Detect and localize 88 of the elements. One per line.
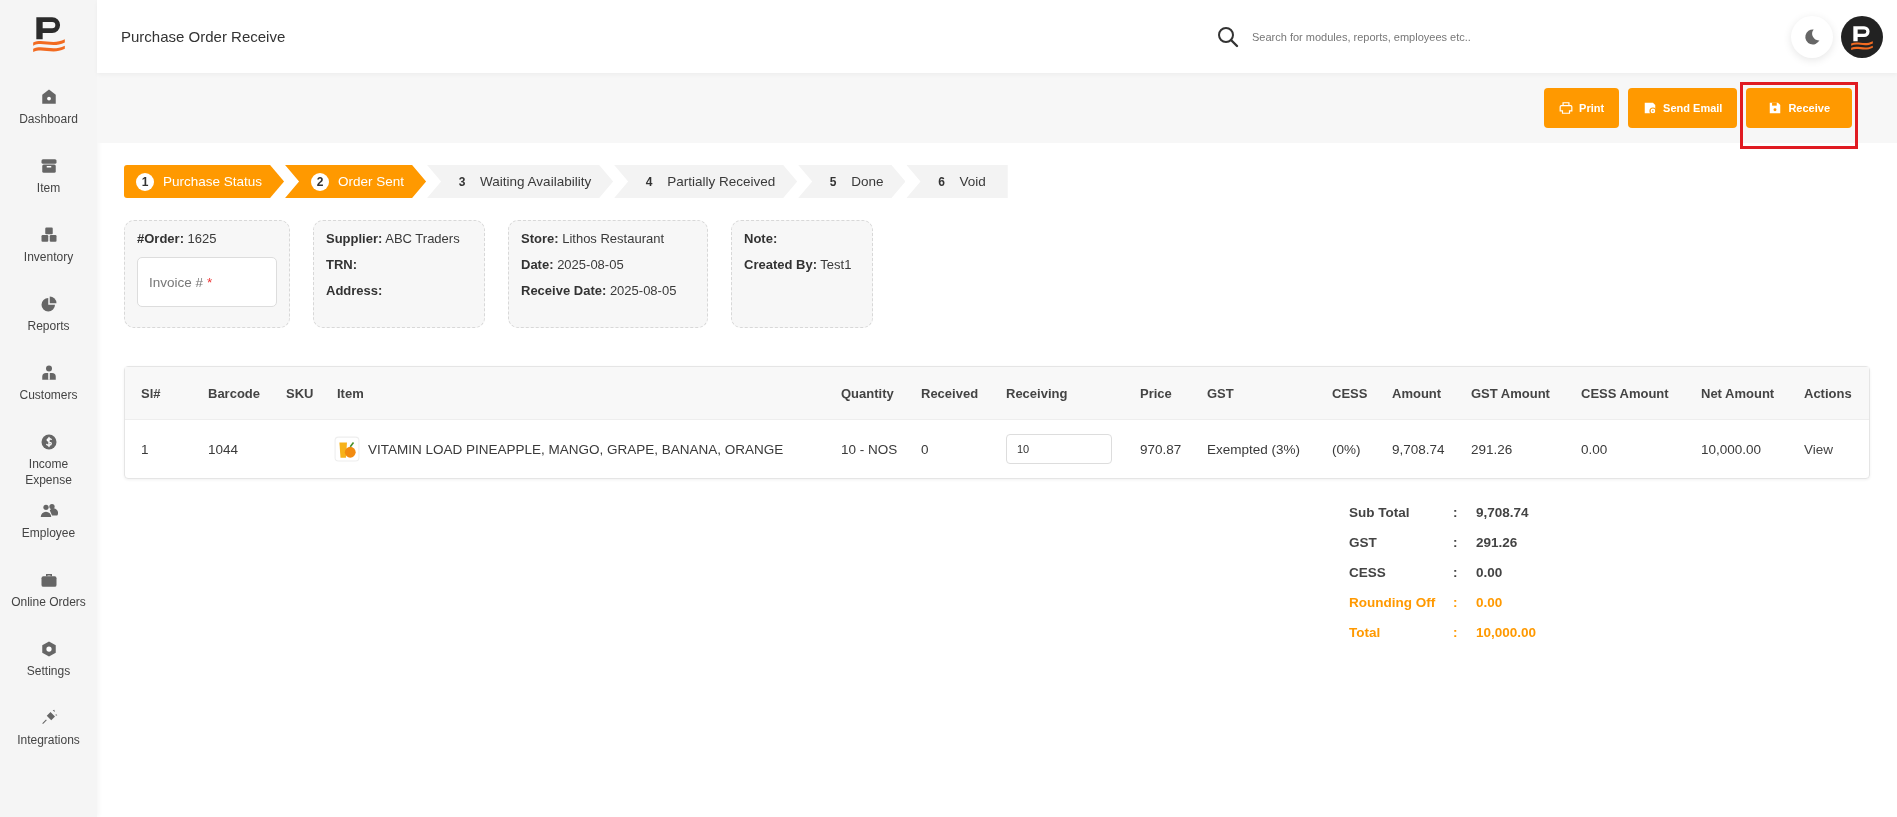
column-header: GST <box>1207 385 1235 401</box>
column-header: CESS <box>1332 385 1369 401</box>
total-value: 10,000.00 <box>1476 625 1537 640</box>
column-header: Net Amount <box>1701 385 1776 401</box>
sidebar-item[interactable]: Settings <box>0 640 97 709</box>
sidebar-item[interactable]: Integrations <box>0 709 97 778</box>
sidebar-item[interactable]: Dashboard <box>0 88 97 157</box>
step[interactable]: 4 Partially Received <box>614 165 798 198</box>
column-header: Amount <box>1392 385 1443 401</box>
step[interactable]: 3 Waiting Availability <box>427 165 614 198</box>
archive-box-icon <box>39 157 58 175</box>
table-cell: 291.26 <box>1471 441 1513 457</box>
page-title: Purchase Order Receive <box>121 28 287 45</box>
logo-icon <box>1849 23 1875 50</box>
step[interactable]: 2 Order Sent <box>285 165 427 198</box>
table-cell: 970.87 <box>1140 441 1182 457</box>
info-field: Note: <box>744 231 860 246</box>
total-label: CESS <box>1349 565 1387 580</box>
column-header: Received <box>921 385 980 401</box>
table-cell: (0%) <box>1332 441 1361 457</box>
column-header: Item <box>337 385 365 401</box>
view-link[interactable]: View <box>1804 441 1834 457</box>
sidebar-item[interactable]: Inventory <box>0 226 97 295</box>
info-field: #Order: 1625 <box>137 231 277 246</box>
total-label: GST <box>1349 535 1378 550</box>
invoice-field[interactable]: Invoice # * <box>137 257 277 307</box>
table-cell: 1 <box>141 441 149 457</box>
hexagon-gear-icon <box>39 640 58 658</box>
total-value: 0.00 <box>1476 595 1503 610</box>
table-cell: 0.00 <box>1581 441 1608 457</box>
house-icon <box>39 88 58 106</box>
info-field: Store: Lithos Restaurant <box>521 231 695 246</box>
info-field: Date: 2025-08-05 <box>521 257 695 272</box>
printer-icon <box>1559 101 1574 115</box>
column-header: GST Amount <box>1471 385 1551 401</box>
sidebar-item[interactable]: Online Orders <box>0 571 97 640</box>
table-cell: Exempted (3%) <box>1207 441 1301 457</box>
separator: : <box>1453 505 1459 520</box>
separator: : <box>1453 565 1459 580</box>
info-field: TRN: <box>326 257 472 272</box>
step[interactable]: 6 Void <box>906 165 1008 198</box>
pie-chart-icon <box>39 295 58 313</box>
total-value: 291.26 <box>1476 535 1518 550</box>
sidebar-item[interactable]: Item <box>0 157 97 226</box>
separator: : <box>1453 535 1459 550</box>
people-icon <box>39 502 58 520</box>
theme-toggle-button[interactable] <box>1791 15 1833 58</box>
sidebar-item[interactable]: Customers <box>0 364 97 433</box>
search-field[interactable]: Search for modules, reports, employees etc.. <box>1250 29 1614 44</box>
total-label: Rounding Off <box>1349 595 1437 610</box>
dollar-circle-icon <box>39 433 58 451</box>
separator: : <box>1453 625 1459 640</box>
search-icon <box>1216 24 1240 49</box>
table-cell: 10 - NOS <box>841 441 898 457</box>
table-cell: 10,000.00 <box>1701 441 1762 457</box>
column-header: SKU <box>286 385 315 401</box>
column-header: Actions <box>1804 385 1853 401</box>
total-value: 0.00 <box>1476 565 1503 580</box>
separator: : <box>1453 595 1459 610</box>
step[interactable]: 1 Purchase Status <box>124 165 285 198</box>
total-label: Total <box>1349 625 1382 640</box>
total-value: 9,708.74 <box>1476 505 1529 520</box>
column-header: Barcode <box>208 385 262 401</box>
table-cell: 0 <box>921 441 929 457</box>
table-cell: 9,708.74 <box>1392 441 1445 457</box>
table-cell: VITAMIN LOAD PINEAPPLE, MANGO, GRAPE, BANANA, ORANGE <box>368 441 784 457</box>
column-header: Receiving <box>1006 385 1069 401</box>
info-field: Supplier: ABC Traders <box>326 231 472 246</box>
moon-icon <box>1802 26 1822 47</box>
users-icon <box>39 364 58 382</box>
column-header: CESS Amount <box>1581 385 1670 401</box>
receiving-input[interactable]: 10 <box>1006 434 1112 464</box>
column-header: Price <box>1140 385 1173 401</box>
juice-icon <box>334 436 360 462</box>
info-field: Created By: Test1 <box>744 257 860 272</box>
table-cell: 1044 <box>208 441 239 457</box>
sidebar-item[interactable]: Income Expense <box>0 433 97 502</box>
step[interactable]: 5 Done <box>798 165 906 198</box>
info-field: Receive Date: 2025-08-05 <box>521 283 695 298</box>
boxes-icon <box>39 226 58 244</box>
sidebar-item[interactable]: Employee <box>0 502 97 571</box>
sidebar-item[interactable]: Reports <box>0 295 97 364</box>
info-field: Address: <box>326 283 472 298</box>
avatar[interactable] <box>1841 15 1883 58</box>
briefcase-icon <box>39 571 58 589</box>
total-label: Sub Total <box>1349 505 1411 520</box>
column-header: Sl# <box>141 385 162 401</box>
column-header: Quantity <box>841 385 895 401</box>
